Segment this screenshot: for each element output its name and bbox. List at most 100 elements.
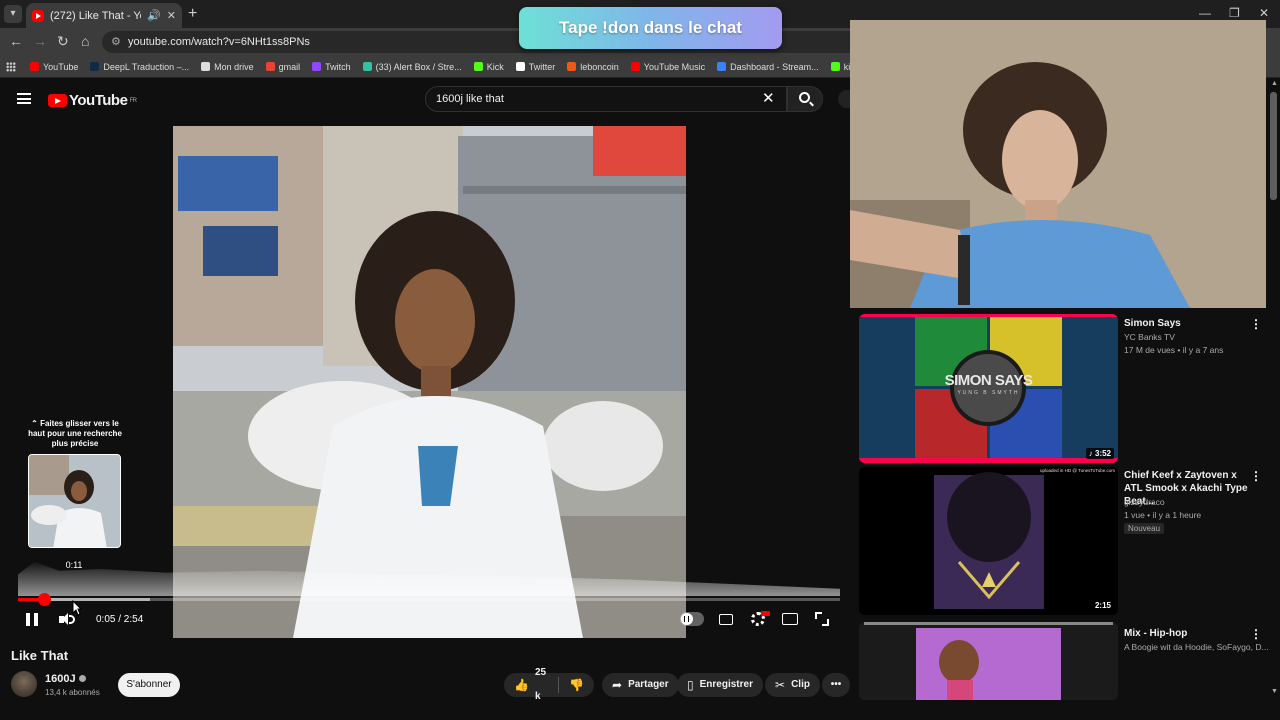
search-input[interactable]: 1600j like that xyxy=(425,86,787,112)
back-arrow-icon[interactable]: ← xyxy=(9,33,23,49)
like-dislike-group: 👍 25 k 👎 xyxy=(504,667,594,702)
youtube-play-logo-icon xyxy=(48,94,67,107)
bookmark-favicon-icon xyxy=(630,62,640,71)
tab-search-button[interactable]: ▾ xyxy=(4,5,22,23)
bookmark-item[interactable]: YouTube xyxy=(30,62,78,72)
subscribe-button[interactable]: S'abonner xyxy=(118,673,180,697)
rec-title-1[interactable]: Simon Says xyxy=(1124,317,1248,330)
theater-mode-icon[interactable] xyxy=(782,613,798,625)
duration-badge: ♪ 3:52 xyxy=(1085,448,1114,459)
bookmark-label: Dashboard - Stream... xyxy=(730,61,819,72)
video-title: Like That xyxy=(11,648,69,663)
bookmark-item[interactable]: Kick xyxy=(473,62,504,72)
channel-avatar[interactable] xyxy=(11,671,37,697)
bookmark-favicon-icon xyxy=(265,62,275,71)
channel-name[interactable]: 1600J xyxy=(45,673,76,685)
scroll-up-arrow-icon[interactable]: ▲ xyxy=(1271,80,1278,87)
bookmark-label: YouTube Music xyxy=(643,61,706,72)
reload-icon[interactable]: ↻ xyxy=(57,33,69,50)
thumbs-up-icon: 👍 xyxy=(514,678,529,692)
new-tab-button[interactable]: + xyxy=(188,5,197,23)
bookmark-favicon-icon xyxy=(201,62,211,71)
bookmark-label: leboncoin xyxy=(580,61,619,72)
restore-button[interactable]: ❐ xyxy=(1229,6,1240,20)
preview-image xyxy=(29,455,120,547)
mix-art xyxy=(859,622,1118,700)
tab-close-icon[interactable]: ✕ xyxy=(167,9,176,22)
hover-timestamp: 0:11 xyxy=(65,560,83,570)
close-window-button[interactable]: ✕ xyxy=(1259,6,1269,20)
bookmark-item[interactable]: Twitch xyxy=(312,62,351,72)
bookmark-favicon-icon xyxy=(30,62,39,71)
bookmark-item[interactable]: (33) Alert Box / Stre... xyxy=(362,62,462,72)
thumb-caption: uploaded in HD @ TunesToTube.com xyxy=(1040,468,1115,473)
seek-preview-thumbnail xyxy=(28,454,121,548)
home-icon[interactable]: ⌂ xyxy=(81,33,89,49)
site-info-icon[interactable]: ⚙ xyxy=(111,31,121,53)
rec-thumbnail-2[interactable]: uploaded in HD @ TunesToTube.com 2:15 xyxy=(859,467,1118,615)
rec-more-icon[interactable]: ⋮ xyxy=(1250,469,1262,483)
rec-channel-2[interactable]: gizzydraco xyxy=(1124,496,1165,509)
rec-more-icon[interactable]: ⋮ xyxy=(1250,627,1262,641)
search-icon xyxy=(799,92,810,103)
bookmark-label: DeepL Traduction –... xyxy=(103,61,190,72)
scroll-down-arrow-icon[interactable]: ▼ xyxy=(1271,688,1278,695)
clip-button[interactable]: ✂ Clip xyxy=(765,673,820,697)
bookmark-item[interactable]: Dashboard - Stream... xyxy=(717,62,819,72)
more-actions-button[interactable]: ••• xyxy=(822,673,850,697)
forward-arrow-icon[interactable]: → xyxy=(33,33,47,49)
bookmark-item[interactable]: YouTube Music xyxy=(630,61,706,72)
thumb-text: SIMON SAYS xyxy=(944,372,1033,389)
apps-grid-icon[interactable] xyxy=(6,61,16,72)
bookmark-label: YouTube xyxy=(43,61,79,72)
search-button[interactable] xyxy=(787,86,823,112)
bookmark-item[interactable]: Twitter xyxy=(515,61,556,72)
menu-icon[interactable] xyxy=(17,93,31,104)
subscriber-count: 13,4 k abonnés xyxy=(45,688,100,697)
webcam-overlay xyxy=(850,20,1266,308)
save-label: Enregistrer xyxy=(699,679,753,690)
bookmark-favicon-icon xyxy=(515,62,525,71)
save-button[interactable]: ▯ Enregistrer xyxy=(677,673,763,697)
bookmark-favicon-icon xyxy=(567,62,577,71)
dislike-button[interactable]: 👎 xyxy=(559,673,594,697)
fullscreen-icon[interactable] xyxy=(815,612,829,626)
voice-search-button[interactable] xyxy=(838,90,850,108)
bookmark-favicon-icon xyxy=(90,62,100,71)
share-label: Partager xyxy=(628,679,669,690)
progress-scrubber-handle[interactable] xyxy=(38,593,51,606)
minimize-button[interactable]: — xyxy=(1199,6,1211,20)
stream-overlay-banner: Tape !don dans le chat xyxy=(519,7,782,49)
bookmark-item[interactable]: leboncoin xyxy=(567,62,619,72)
bookmark-item[interactable]: DeepL Traduction –... xyxy=(90,62,189,72)
bookmark-label: Twitter xyxy=(528,61,556,72)
duration-badge: 2:15 xyxy=(1091,600,1114,611)
subtitles-icon[interactable] xyxy=(719,614,733,625)
rec-channel-3[interactable]: A Boogie wit da Hoodie, SoFaygo, D... xyxy=(1124,641,1269,654)
bookmark-favicon-icon xyxy=(717,62,727,71)
video-frame-image xyxy=(173,126,686,638)
clear-search-icon[interactable]: ✕ xyxy=(762,89,775,107)
rec-meta-2: 1 vue • il y a 1 heure xyxy=(1124,510,1202,520)
share-button[interactable]: ➦ Partager xyxy=(602,673,679,697)
autoplay-toggle[interactable] xyxy=(680,612,704,626)
bookmark-item[interactable]: Mon drive xyxy=(201,62,254,72)
rec-more-icon[interactable]: ⋮ xyxy=(1250,317,1262,331)
video-player[interactable] xyxy=(173,126,686,638)
bookmark-favicon-icon xyxy=(473,62,483,71)
rec-thumbnail-3[interactable] xyxy=(859,622,1118,700)
bookmark-favicon-icon xyxy=(362,62,372,71)
tab-youtube[interactable]: (272) Like That - YouTube 🔊 ✕ xyxy=(26,3,182,28)
pause-button[interactable] xyxy=(26,613,38,626)
tab-audio-icon[interactable]: 🔊 xyxy=(147,9,161,22)
page-scrollbar[interactable] xyxy=(1270,92,1277,200)
like-button[interactable]: 👍 25 k xyxy=(504,667,558,702)
seek-hint-text: ⌃ Faites glisser vers le haut pour une r… xyxy=(28,419,122,448)
rec-title-3[interactable]: Mix - Hip-hop xyxy=(1124,627,1248,640)
thumb-subtext: YUNG B SMYTH xyxy=(957,390,1020,396)
rec-thumbnail-1[interactable]: SIMON SAYS YUNG B SMYTH ♪ 3:52 xyxy=(859,314,1118,463)
rec-channel-1[interactable]: YC Banks TV xyxy=(1124,331,1175,344)
bookmark-item[interactable]: gmail xyxy=(265,62,300,72)
youtube-logo[interactable]: YouTube FR xyxy=(48,92,137,109)
logo-text: YouTube xyxy=(69,92,128,109)
